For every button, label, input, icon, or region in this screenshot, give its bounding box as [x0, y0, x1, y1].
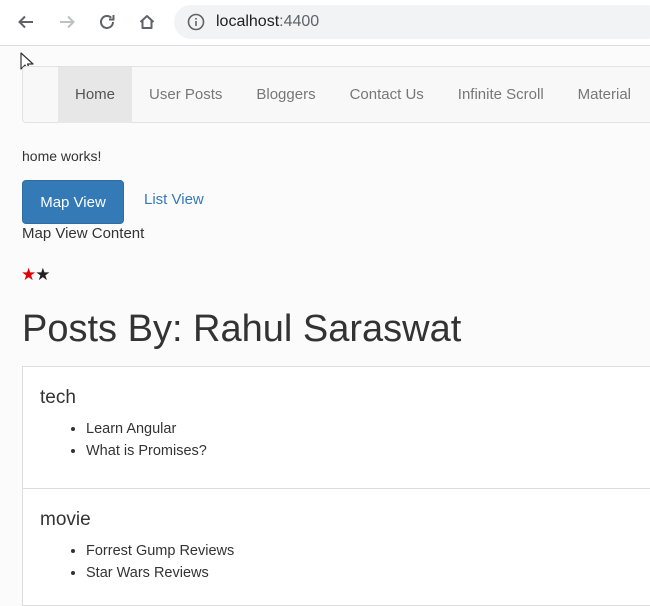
nav-item-material[interactable]: Material — [561, 67, 648, 123]
post-item: Learn Angular — [86, 419, 640, 441]
list-view-link[interactable]: List View — [144, 191, 204, 208]
nav-item-bloggers[interactable]: Bloggers — [239, 67, 332, 123]
url-host: localhost — [216, 13, 280, 30]
category-tech: tech Learn Angular What is Promises? — [40, 387, 640, 462]
star-empty-icon[interactable]: ★ — [35, 265, 50, 284]
map-view-button[interactable]: Map View — [22, 180, 124, 224]
star-filled-icon[interactable]: ★ — [21, 265, 36, 284]
nav-item-user-posts[interactable]: User Posts — [132, 67, 239, 123]
post-item: Forrest Gump Reviews — [86, 541, 640, 563]
post-item: What is Promises? — [86, 441, 640, 463]
category-divider — [23, 488, 650, 489]
home-icon[interactable] — [135, 10, 159, 34]
browser-toolbar: localhost:4400 — [0, 0, 650, 46]
url-text: localhost:4400 — [216, 13, 319, 31]
back-arrow-icon[interactable] — [14, 10, 38, 34]
nav-item-contact-us[interactable]: Contact Us — [333, 67, 441, 123]
address-bar[interactable]: localhost:4400 — [174, 5, 650, 39]
posts-title: Posts By: Rahul Saraswat — [22, 308, 462, 350]
category-movie: movie Forrest Gump Reviews Star Wars Rev… — [40, 509, 640, 584]
nav-item-infinite-scroll[interactable]: Infinite Scroll — [441, 67, 561, 123]
forward-arrow-icon[interactable] — [55, 10, 79, 34]
post-list: Forrest Gump Reviews Star Wars Reviews — [40, 541, 640, 584]
reload-icon[interactable] — [95, 10, 119, 34]
star-rating[interactable]: ★★ — [21, 265, 51, 285]
info-icon[interactable] — [187, 13, 205, 36]
nav-item-home[interactable]: Home — [58, 67, 133, 123]
posts-panel: tech Learn Angular What is Promises? mov… — [22, 366, 650, 606]
url-port: :4400 — [279, 13, 320, 30]
category-title: movie — [40, 509, 91, 530]
main-navbar: Home User Posts Bloggers Contact Us Infi… — [22, 66, 650, 123]
home-status-text: home works! — [22, 148, 102, 164]
post-list: Learn Angular What is Promises? — [40, 419, 640, 462]
category-title: tech — [40, 387, 76, 408]
nav-list: Home User Posts Bloggers Contact Us Infi… — [58, 67, 648, 123]
post-item: Star Wars Reviews — [86, 563, 640, 585]
map-view-content: Map View Content — [22, 225, 145, 242]
